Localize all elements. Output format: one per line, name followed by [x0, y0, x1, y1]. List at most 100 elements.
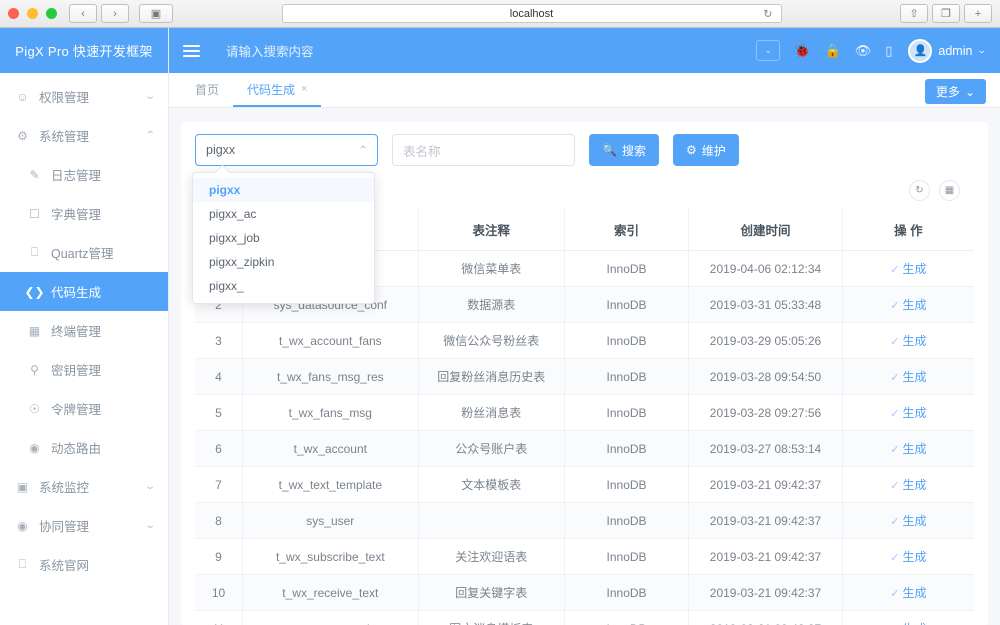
generate-link[interactable]: 生成: [903, 478, 927, 492]
generate-link[interactable]: 生成: [903, 586, 927, 600]
dropdown-option[interactable]: pigxx_ac: [193, 202, 374, 226]
new-tab-button[interactable]: +: [964, 4, 992, 23]
close-window-button[interactable]: [8, 8, 19, 19]
dropdown-option[interactable]: pigxx: [193, 178, 374, 202]
bug-icon[interactable]: 🐞: [794, 44, 810, 57]
sidebar-item-official-site[interactable]: ⎕ 系统官网: [0, 545, 168, 584]
forward-button[interactable]: ›: [101, 4, 129, 23]
cell-index: 3: [195, 323, 243, 359]
sidebar-item-label: 日志管理: [51, 165, 154, 184]
lock-icon[interactable]: 🔒: [825, 44, 841, 57]
hamburger-icon[interactable]: [183, 45, 200, 57]
generate-link[interactable]: 生成: [903, 442, 927, 456]
maintain-button[interactable]: ⚙ 维护: [673, 134, 739, 166]
table-name-input[interactable]: 表名称: [392, 134, 575, 166]
back-button[interactable]: ‹: [69, 4, 97, 23]
user-icon: ☺: [14, 90, 31, 104]
cell-operation: ✓生成: [842, 575, 974, 611]
sidebar-item-dictionary[interactable]: ☐ 字典管理: [0, 194, 168, 233]
table-row[interactable]: 11t_wx_news_template图文消息模板表InnoDB2019-03…: [195, 611, 974, 625]
cell-created-time: 2019-04-06 02:12:34: [689, 251, 843, 287]
cell-table-comment: 微信菜单表: [418, 251, 564, 287]
generate-link[interactable]: 生成: [903, 514, 927, 528]
terminal-icon: ▦: [26, 324, 43, 338]
user-menu[interactable]: 👤 admin ⌄: [908, 39, 986, 63]
sidebar-item-label: 动态路由: [51, 438, 154, 457]
generate-link[interactable]: 生成: [903, 370, 927, 384]
cell-created-time: 2019-03-21 09:42:37: [689, 503, 843, 539]
dropdown-option[interactable]: pigxx_job: [193, 226, 374, 250]
sidebar-item-monitor[interactable]: ▣ 系统监控 ⌄: [0, 467, 168, 506]
sidebar-item-collaboration[interactable]: ◉ 协同管理 ⌄: [0, 506, 168, 545]
table-row[interactable]: 5t_wx_fans_msg粉丝消息表InnoDB2019-03-28 09:2…: [195, 395, 974, 431]
cell-created-time: 2019-03-29 05:05:26: [689, 323, 843, 359]
sidebar-item-label: 字典管理: [51, 204, 154, 223]
table-row[interactable]: 8sys_userInnoDB2019-03-21 09:42:37✓生成: [195, 503, 974, 539]
collapse-box-icon[interactable]: ⌄: [756, 40, 780, 61]
sidebar-item-token[interactable]: ☉ 令牌管理: [0, 389, 168, 428]
table-row[interactable]: 9t_wx_subscribe_text关注欢迎语表InnoDB2019-03-…: [195, 539, 974, 575]
table-row[interactable]: 7t_wx_text_template文本模板表InnoDB2019-03-21…: [195, 467, 974, 503]
global-search-input[interactable]: 请输入搜索内容: [226, 41, 756, 60]
table-row[interactable]: 10t_wx_receive_text回复关键字表InnoDB2019-03-2…: [195, 575, 974, 611]
top-header: 请输入搜索内容 ⌄ 🐞 🔒 👁 ▯ 👤 admin ⌄: [169, 28, 1000, 73]
minimize-window-button[interactable]: [27, 8, 38, 19]
eye-icon[interactable]: 👁: [855, 44, 872, 57]
chevron-up-icon: ⌃: [357, 145, 368, 156]
generate-link[interactable]: 生成: [903, 406, 927, 420]
cell-created-time: 2019-03-21 09:42:37: [689, 575, 843, 611]
sidebar-item-code-generation[interactable]: ❮❯ 代码生成: [0, 272, 168, 311]
maximize-window-button[interactable]: [46, 8, 57, 19]
address-bar[interactable]: localhost ↻: [282, 4, 782, 23]
col-created-time: 创建时间: [689, 209, 843, 251]
dropdown-option[interactable]: pigxx_zipkin: [193, 250, 374, 274]
tab-code-generation[interactable]: 代码生成 ×: [233, 73, 321, 107]
sidebar-item-terminal[interactable]: ▦ 终端管理: [0, 311, 168, 350]
close-icon[interactable]: ×: [301, 83, 307, 95]
grid-icon[interactable]: ▦: [939, 180, 960, 201]
browser-actions[interactable]: ⇧ ❐ +: [900, 4, 992, 23]
browser-nav-buttons[interactable]: ‹ ›: [69, 4, 129, 23]
generate-link[interactable]: 生成: [903, 262, 927, 276]
sidebar-item-log[interactable]: ✎ 日志管理: [0, 155, 168, 194]
gear-icon: ⚙: [14, 129, 31, 143]
sidebar-toggle-button[interactable]: ▣: [139, 4, 173, 23]
dropdown-option[interactable]: pigxx_: [193, 274, 374, 298]
tab-label: 代码生成: [247, 81, 295, 98]
generate-link[interactable]: 生成: [903, 550, 927, 564]
cell-operation: ✓生成: [842, 395, 974, 431]
share-icon[interactable]: ⇧: [900, 4, 928, 23]
tabs-icon[interactable]: ❐: [932, 4, 960, 23]
check-icon: ✓: [890, 336, 899, 348]
check-icon: ✓: [890, 480, 899, 492]
sidebar-item-permission[interactable]: ☺ 权限管理 ⌄: [0, 77, 168, 116]
cell-operation: ✓生成: [842, 431, 974, 467]
check-icon: ✓: [890, 300, 899, 312]
tab-home[interactable]: 首页: [181, 73, 233, 107]
sidebar-item-quartz[interactable]: ⎕ Quartz管理: [0, 233, 168, 272]
generate-link[interactable]: 生成: [903, 298, 927, 312]
sidebar-item-secret-key[interactable]: ⚲ 密钥管理: [0, 350, 168, 389]
chevron-down-icon: ⌄: [144, 91, 156, 102]
sidebar-item-dynamic-route[interactable]: ◉ 动态路由: [0, 428, 168, 467]
reload-icon[interactable]: ↻: [763, 7, 772, 20]
refresh-icon[interactable]: ↻: [909, 180, 930, 201]
cell-operation: ✓生成: [842, 539, 974, 575]
table-row[interactable]: 3t_wx_account_fans微信公众号粉丝表InnoDB2019-03-…: [195, 323, 974, 359]
table-row[interactable]: 6t_wx_account公众号账户表InnoDB2019-03-27 08:5…: [195, 431, 974, 467]
table-row[interactable]: 4t_wx_fans_msg_res回复粉丝消息历史表InnoDB2019-03…: [195, 359, 974, 395]
dictionary-icon: ☐: [26, 207, 43, 221]
generate-link[interactable]: 生成: [903, 334, 927, 348]
datasource-dropdown[interactable]: pigxx pigxx_ac pigxx_job pigxx_zipkin pi…: [192, 172, 375, 304]
window-traffic-lights[interactable]: [8, 8, 57, 19]
gear-icon: ⚙: [686, 143, 697, 157]
maintain-button-label: 维护: [702, 142, 726, 159]
screen-icon[interactable]: ▯: [885, 44, 892, 57]
cell-created-time: 2019-03-28 09:54:50: [689, 359, 843, 395]
table-name-placeholder: 表名称: [403, 141, 441, 160]
sidebar-menu: ☺ 权限管理 ⌄ ⚙ 系统管理 ⌃ ✎ 日志管理 ☐ 字典管理 ⎕ Quartz…: [0, 73, 168, 625]
sidebar-item-system[interactable]: ⚙ 系统管理 ⌃: [0, 116, 168, 155]
more-button[interactable]: 更多 ⌄: [925, 79, 986, 104]
search-button[interactable]: 🔍 搜索: [589, 134, 659, 166]
datasource-select[interactable]: pigxx ⌃: [195, 134, 378, 166]
